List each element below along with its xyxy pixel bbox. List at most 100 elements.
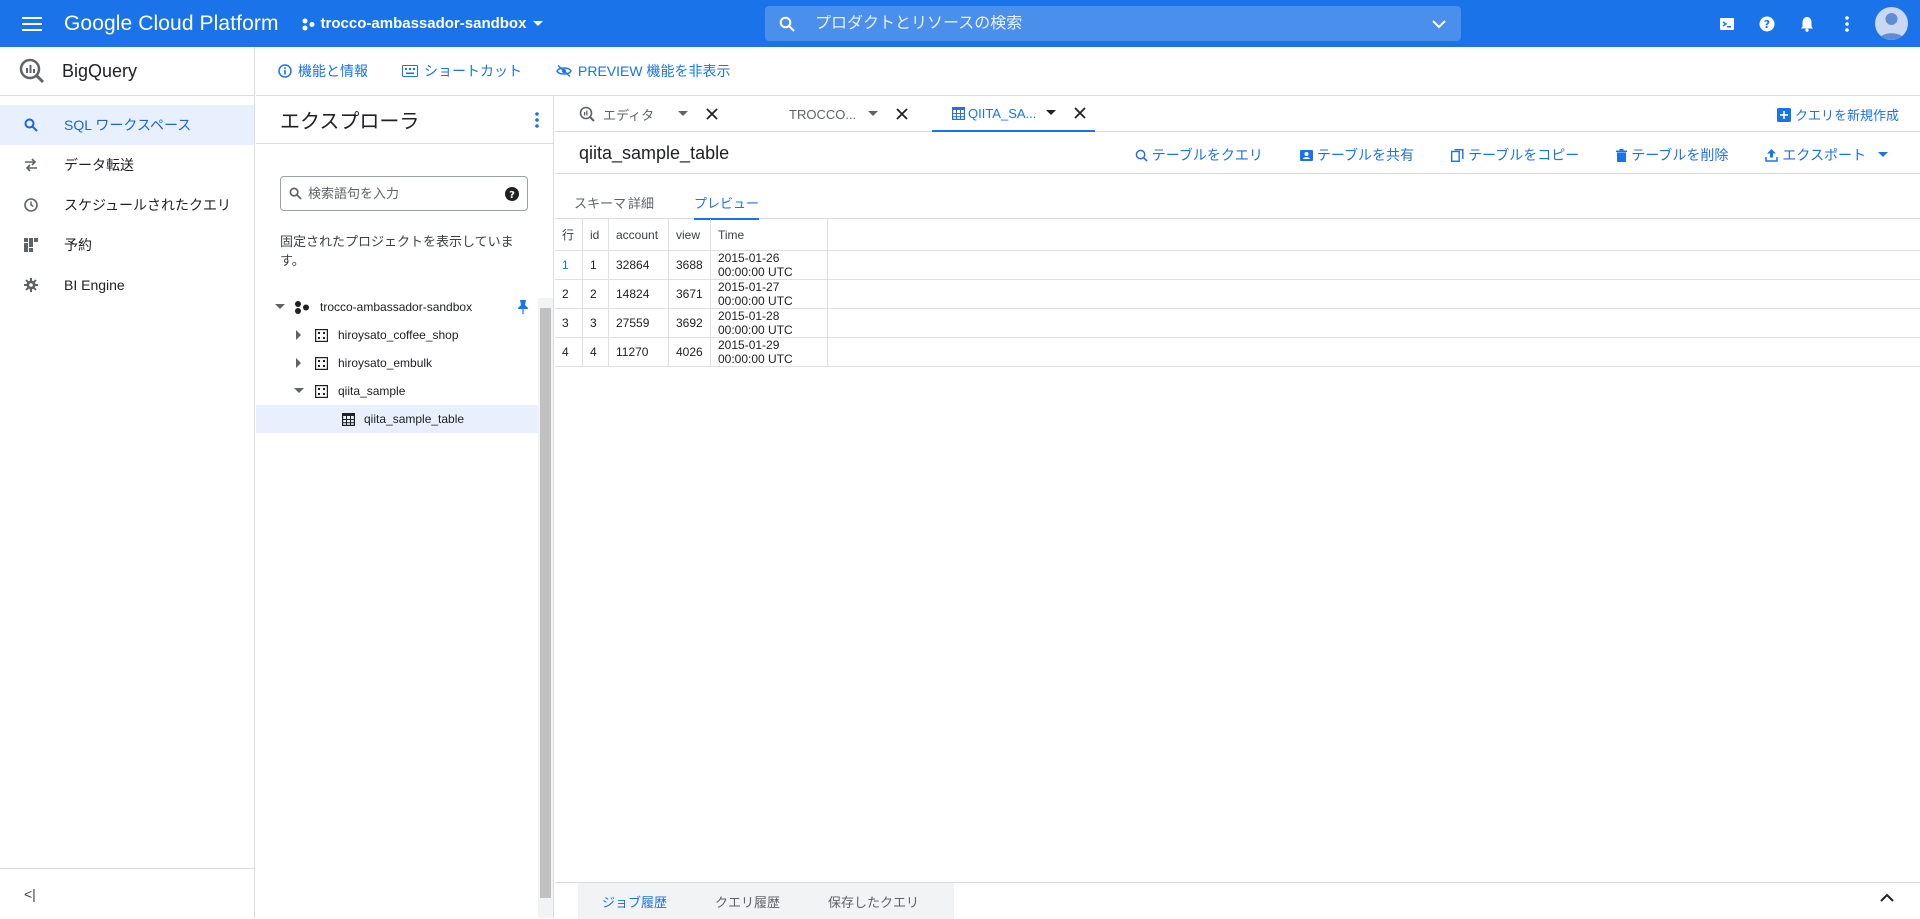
action-label: エクスポート [1782, 147, 1866, 163]
query-table-button[interactable]: テーブルをクエリ [1135, 145, 1263, 165]
explorer-header: エクスプローラ [256, 96, 553, 144]
chevron-down-icon [532, 20, 544, 28]
editor-tab-bar: エディタ TROCCO... QIITA_SA... クエリを新規作成 [555, 96, 1920, 132]
cloud-shell-icon[interactable] [1707, 4, 1747, 44]
tab-trocco[interactable]: TROCCO... [789, 96, 908, 132]
nav-item-sql-workspace[interactable]: SQL ワークスペース [0, 105, 254, 145]
notifications-bell-icon[interactable] [1787, 4, 1827, 44]
nav-item-bi-engine[interactable]: BI Engine [0, 265, 254, 305]
tree-node-table[interactable]: qiita_sample_table [256, 405, 538, 433]
table-subtabs: スキーマ 詳細 プレビュー [555, 175, 1920, 220]
tab-schema[interactable]: スキーマ [574, 193, 626, 218]
nav-item-label: BI Engine [64, 277, 125, 293]
info-icon [278, 64, 292, 78]
action-bar: 機能と情報 ショートカット PREVIEW 機能を非表示 [256, 47, 1920, 96]
table-row: 4 4 11270 4026 2015-01-29 00:00:00 UTC [555, 338, 1920, 367]
caret-down-icon[interactable] [868, 111, 879, 117]
share-table-button[interactable]: テーブルを共有 [1299, 145, 1414, 165]
bigquery-logo-icon [18, 57, 46, 85]
help-icon[interactable]: ? [505, 186, 519, 201]
more-vert-icon[interactable] [1827, 4, 1867, 44]
table-cell: 2015-01-28 00:00:00 UTC [711, 309, 828, 337]
tab-details[interactable]: 詳細 [628, 193, 654, 218]
column-header: account [609, 219, 669, 250]
table-header: qiita_sample_table テーブルをクエリ テーブルを共有 テーブル… [555, 133, 1920, 174]
help-icon[interactable]: ? [1747, 4, 1787, 44]
nav-item-scheduled-queries[interactable]: スケジュールされたクエリ [0, 185, 254, 225]
close-icon[interactable] [706, 108, 718, 120]
tab-editor[interactable]: エディタ [579, 96, 718, 132]
project-selector[interactable]: trocco-ambassador-sandbox [301, 15, 545, 32]
table-cell: 4 [583, 338, 609, 366]
bottom-panel-bar: ジョブ履歴 クエリ履歴 保存したクエリ [555, 882, 1920, 919]
global-search-input[interactable] [815, 14, 1431, 33]
pin-icon[interactable] [518, 300, 528, 314]
tree-node-dataset[interactable]: hiroysato_coffee_shop [256, 321, 538, 349]
close-icon[interactable] [896, 108, 908, 120]
project-icon [301, 17, 315, 31]
tab-qiita-sample-table[interactable]: QIITA_SA... [932, 96, 1095, 132]
tree-node-dataset[interactable]: hiroysato_embulk [256, 349, 538, 377]
svg-text:?: ? [509, 190, 515, 201]
more-vert-icon[interactable] [535, 111, 539, 128]
table-cell: 14824 [609, 280, 669, 308]
tab-saved-queries[interactable]: 保存したクエリ [828, 892, 919, 911]
nav-item-data-transfer[interactable]: データ転送 [0, 145, 254, 185]
account-avatar[interactable] [1875, 7, 1908, 40]
caret-down-icon[interactable] [274, 303, 288, 311]
features-info-button[interactable]: 機能と情報 [278, 61, 368, 81]
global-search-bar[interactable] [765, 6, 1461, 41]
explorer-scrollbar[interactable] [538, 298, 553, 918]
explorer-search-input[interactable] [308, 186, 505, 201]
tab-job-history[interactable]: ジョブ履歴 [602, 892, 667, 911]
tab-preview[interactable]: プレビュー [694, 193, 760, 220]
shortcuts-label: ショートカット [424, 63, 522, 79]
table-cell: 2015-01-27 00:00:00 UTC [711, 280, 828, 308]
tab-label: QIITA_SA... [968, 105, 1037, 121]
shortcuts-button[interactable]: ショートカット [402, 61, 522, 81]
table-cell: 4026 [669, 338, 711, 366]
upload-icon [1765, 148, 1779, 162]
tree-node-project[interactable]: trocco-ambassador-sandbox [256, 293, 538, 321]
caret-down-icon [1878, 152, 1888, 158]
chevron-down-icon[interactable] [1431, 19, 1447, 29]
caret-down-icon[interactable] [1046, 110, 1057, 116]
table-row: 3 3 27559 3692 2015-01-28 00:00:00 UTC [555, 309, 1920, 338]
table-cell: 3688 [669, 251, 711, 279]
caret-down-icon[interactable] [678, 111, 689, 117]
bottom-tabs: ジョブ履歴 クエリ履歴 保存したクエリ [578, 883, 954, 919]
table-cell: 2015-01-29 00:00:00 UTC [711, 338, 828, 366]
table-cell: 3671 [669, 280, 711, 308]
new-query-button[interactable]: クエリを新規作成 [1776, 105, 1899, 124]
caret-right-icon[interactable] [295, 329, 309, 341]
copy-table-button[interactable]: テーブルをコピー [1451, 145, 1579, 165]
row-number: 1 [555, 251, 583, 279]
hamburger-menu-icon[interactable] [0, 0, 64, 47]
query-icon [579, 106, 595, 122]
export-button[interactable]: エクスポート [1765, 145, 1888, 165]
close-icon[interactable] [1074, 107, 1087, 119]
caret-right-icon[interactable] [295, 357, 309, 369]
scrollbar-thumb[interactable] [540, 308, 551, 898]
row-number: 2 [555, 280, 583, 308]
nav-item-reservations[interactable]: 予約 [0, 225, 254, 265]
chevron-up-icon[interactable] [1880, 893, 1894, 902]
tree-node-dataset[interactable]: qiita_sample [256, 377, 538, 405]
delete-table-button[interactable]: テーブルを削除 [1616, 145, 1728, 165]
hide-preview-features-button[interactable]: PREVIEW 機能を非表示 [556, 61, 730, 81]
clock-icon [24, 198, 64, 212]
collapse-nav-button[interactable]: <| [0, 868, 254, 918]
platform-brand[interactable]: Google Cloud Platform [64, 12, 279, 36]
row-number: 3 [555, 309, 583, 337]
action-label: テーブルをコピー [1468, 147, 1580, 163]
tab-query-history[interactable]: クエリ履歴 [715, 892, 780, 911]
tree-node-label: trocco-ambassador-sandbox [320, 300, 473, 314]
table-cell: 3 [583, 309, 609, 337]
nav-item-label: スケジュールされたクエリ [64, 197, 232, 213]
explorer-search-box[interactable]: ? [280, 176, 528, 211]
table-icon [342, 412, 355, 426]
dataset-icon [315, 356, 328, 370]
svg-text:?: ? [1764, 18, 1770, 31]
transfer-icon [24, 158, 64, 172]
caret-down-icon[interactable] [293, 387, 307, 395]
